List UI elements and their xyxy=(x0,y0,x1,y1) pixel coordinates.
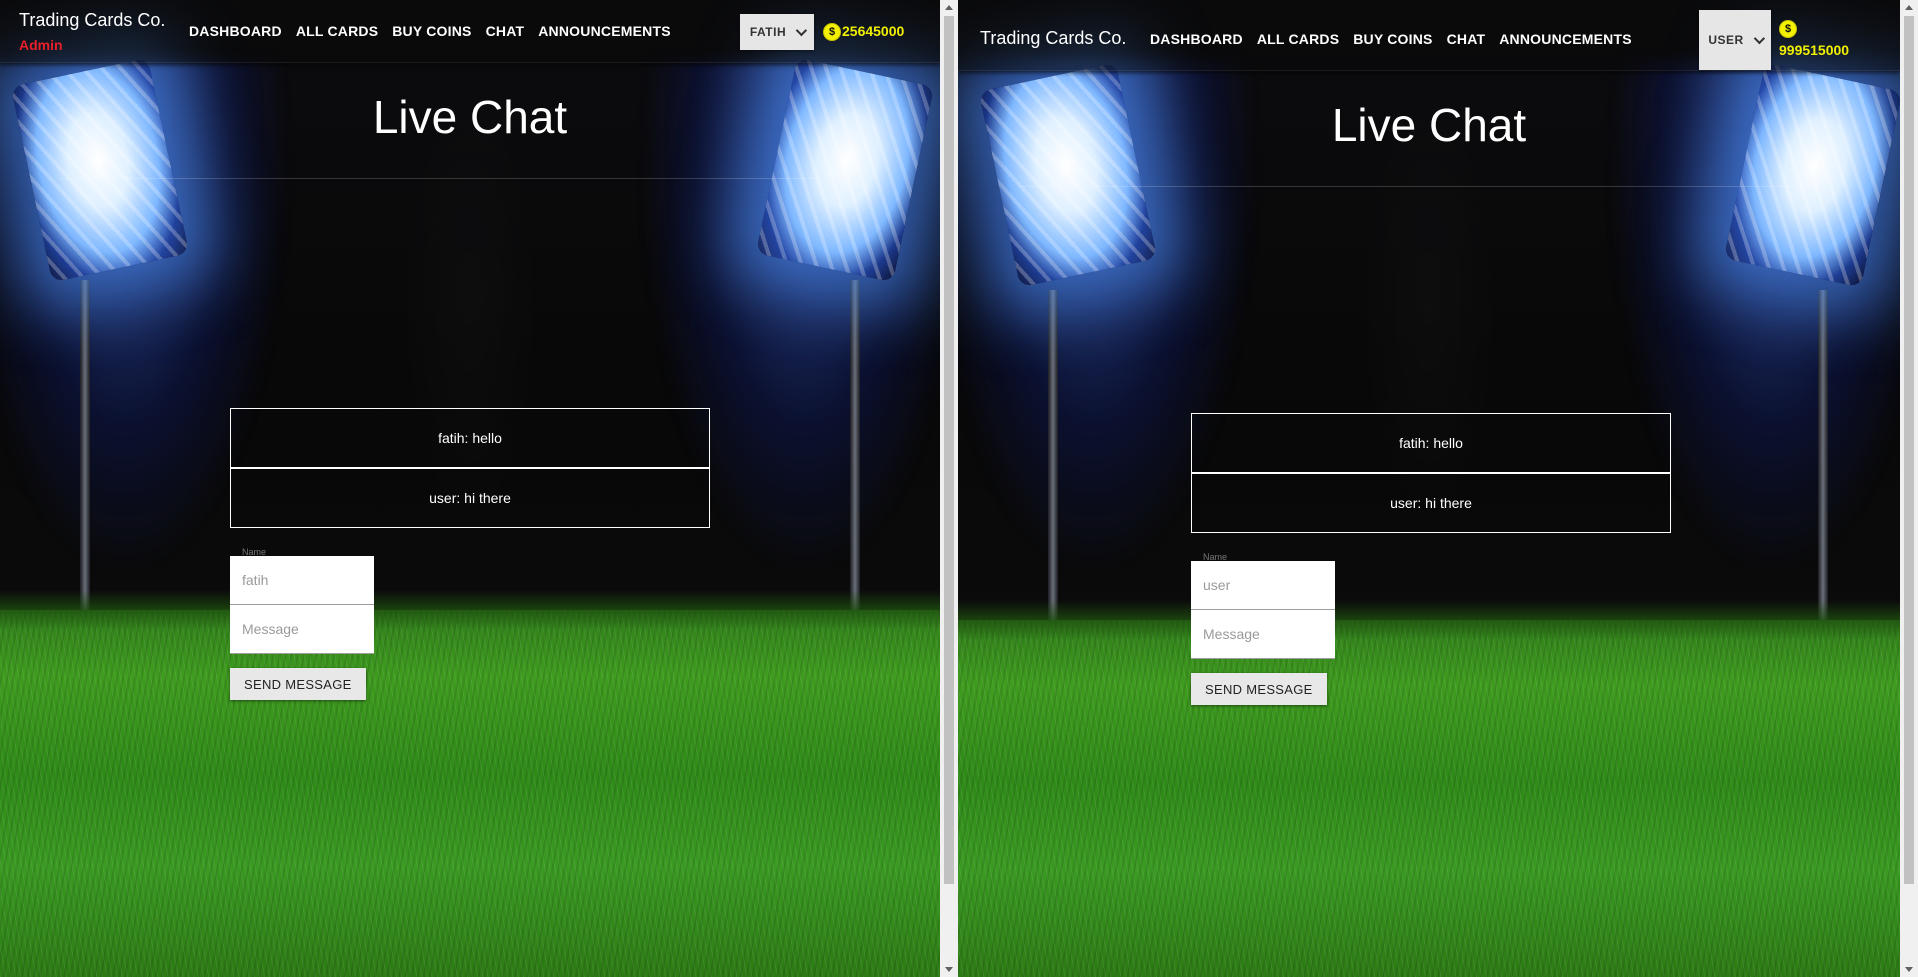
nav-dashboard[interactable]: DASHBOARD xyxy=(189,23,282,39)
title-divider xyxy=(60,178,820,179)
message-list: fatih: hello user: hi there xyxy=(230,408,710,528)
nav-buy-coins[interactable]: BUY COINS xyxy=(392,23,471,39)
navbar: Trading Cards Co. DASHBOARD ALL CARDS BU… xyxy=(958,0,1900,71)
name-input[interactable] xyxy=(230,556,374,604)
coin-balance: 999515000 xyxy=(1779,42,1850,58)
left-browser-window: Trading Cards Co. Admin DASHBOARD ALL CA… xyxy=(0,0,940,977)
light-pole-right xyxy=(850,280,860,610)
nav-dashboard[interactable]: DASHBOARD xyxy=(1150,31,1243,47)
nav-links: DASHBOARD ALL CARDS BUY COINS CHAT ANNOU… xyxy=(189,23,671,39)
user-dropdown-button[interactable]: USER xyxy=(1699,10,1771,70)
name-label: Name xyxy=(242,547,267,557)
nav-links: DASHBOARD ALL CARDS BUY COINS CHAT ANNOU… xyxy=(1150,31,1632,47)
user-dropdown-button[interactable]: FATIH xyxy=(740,14,814,50)
nav-chat[interactable]: CHAT xyxy=(486,23,525,39)
user-dropdown-label: USER xyxy=(1708,33,1744,47)
page-title: Live Chat xyxy=(1331,99,1527,151)
left-scrollbar[interactable] xyxy=(940,0,958,977)
name-input[interactable] xyxy=(1191,561,1335,609)
grass-field xyxy=(958,600,1900,977)
dollar-coin-icon: $ xyxy=(1779,20,1797,38)
light-pole-left xyxy=(1048,290,1058,620)
message-item: fatih: hello xyxy=(1191,413,1671,473)
brand-logo[interactable]: Trading Cards Co. xyxy=(980,28,1126,49)
nav-all-cards[interactable]: ALL CARDS xyxy=(296,23,378,39)
nav-chat[interactable]: CHAT xyxy=(1447,31,1486,47)
message-input[interactable] xyxy=(230,605,374,653)
nav-announcements[interactable]: ANNOUNCEMENTS xyxy=(1499,31,1632,47)
left-viewport: Trading Cards Co. Admin DASHBOARD ALL CA… xyxy=(0,0,940,977)
role-badge: Admin xyxy=(19,37,63,53)
right-browser-window: Trading Cards Co. DASHBOARD ALL CARDS BU… xyxy=(958,0,1918,977)
title-divider xyxy=(1018,186,1798,187)
scroll-thumb[interactable] xyxy=(944,16,954,884)
chat-form: Name SEND MESSAGE xyxy=(230,547,374,700)
navbar: Trading Cards Co. Admin DASHBOARD ALL CA… xyxy=(0,0,940,63)
chat-form: Name SEND MESSAGE xyxy=(1191,552,1335,705)
coin-balance: 25645000 xyxy=(842,23,905,39)
message-item: user: hi there xyxy=(1191,473,1671,533)
name-field: Name xyxy=(1191,552,1335,610)
message-item: fatih: hello xyxy=(230,408,710,468)
message-item: user: hi there xyxy=(230,468,710,528)
message-list: fatih: hello user: hi there xyxy=(1191,413,1671,533)
chevron-down-icon xyxy=(795,24,808,37)
nav-all-cards[interactable]: ALL CARDS xyxy=(1257,31,1339,47)
message-field xyxy=(230,605,374,654)
message-input[interactable] xyxy=(1191,610,1335,658)
nav-announcements[interactable]: ANNOUNCEMENTS xyxy=(538,23,671,39)
send-message-button[interactable]: SEND MESSAGE xyxy=(230,668,366,700)
scroll-down-icon[interactable] xyxy=(1905,967,1913,972)
chevron-down-icon xyxy=(1753,32,1765,45)
light-pole-left xyxy=(80,280,90,610)
right-scrollbar[interactable] xyxy=(1900,0,1918,977)
window-divider xyxy=(940,0,958,977)
scroll-up-icon[interactable] xyxy=(945,5,953,10)
page-title: Live Chat xyxy=(372,91,568,143)
right-viewport: Trading Cards Co. DASHBOARD ALL CARDS BU… xyxy=(958,0,1900,977)
name-label: Name xyxy=(1203,552,1228,562)
dollar-coin-icon: $ xyxy=(823,23,841,41)
scroll-up-icon[interactable] xyxy=(1905,5,1913,10)
name-field: Name xyxy=(230,547,374,605)
brand-logo[interactable]: Trading Cards Co. xyxy=(19,10,165,31)
scroll-thumb[interactable] xyxy=(1904,16,1914,884)
scroll-down-icon[interactable] xyxy=(945,967,953,972)
grass-field xyxy=(0,590,940,977)
message-field xyxy=(1191,610,1335,659)
light-pole-right xyxy=(1818,290,1828,620)
user-dropdown-label: FATIH xyxy=(749,25,787,39)
send-message-button[interactable]: SEND MESSAGE xyxy=(1191,673,1327,705)
nav-buy-coins[interactable]: BUY COINS xyxy=(1353,31,1432,47)
